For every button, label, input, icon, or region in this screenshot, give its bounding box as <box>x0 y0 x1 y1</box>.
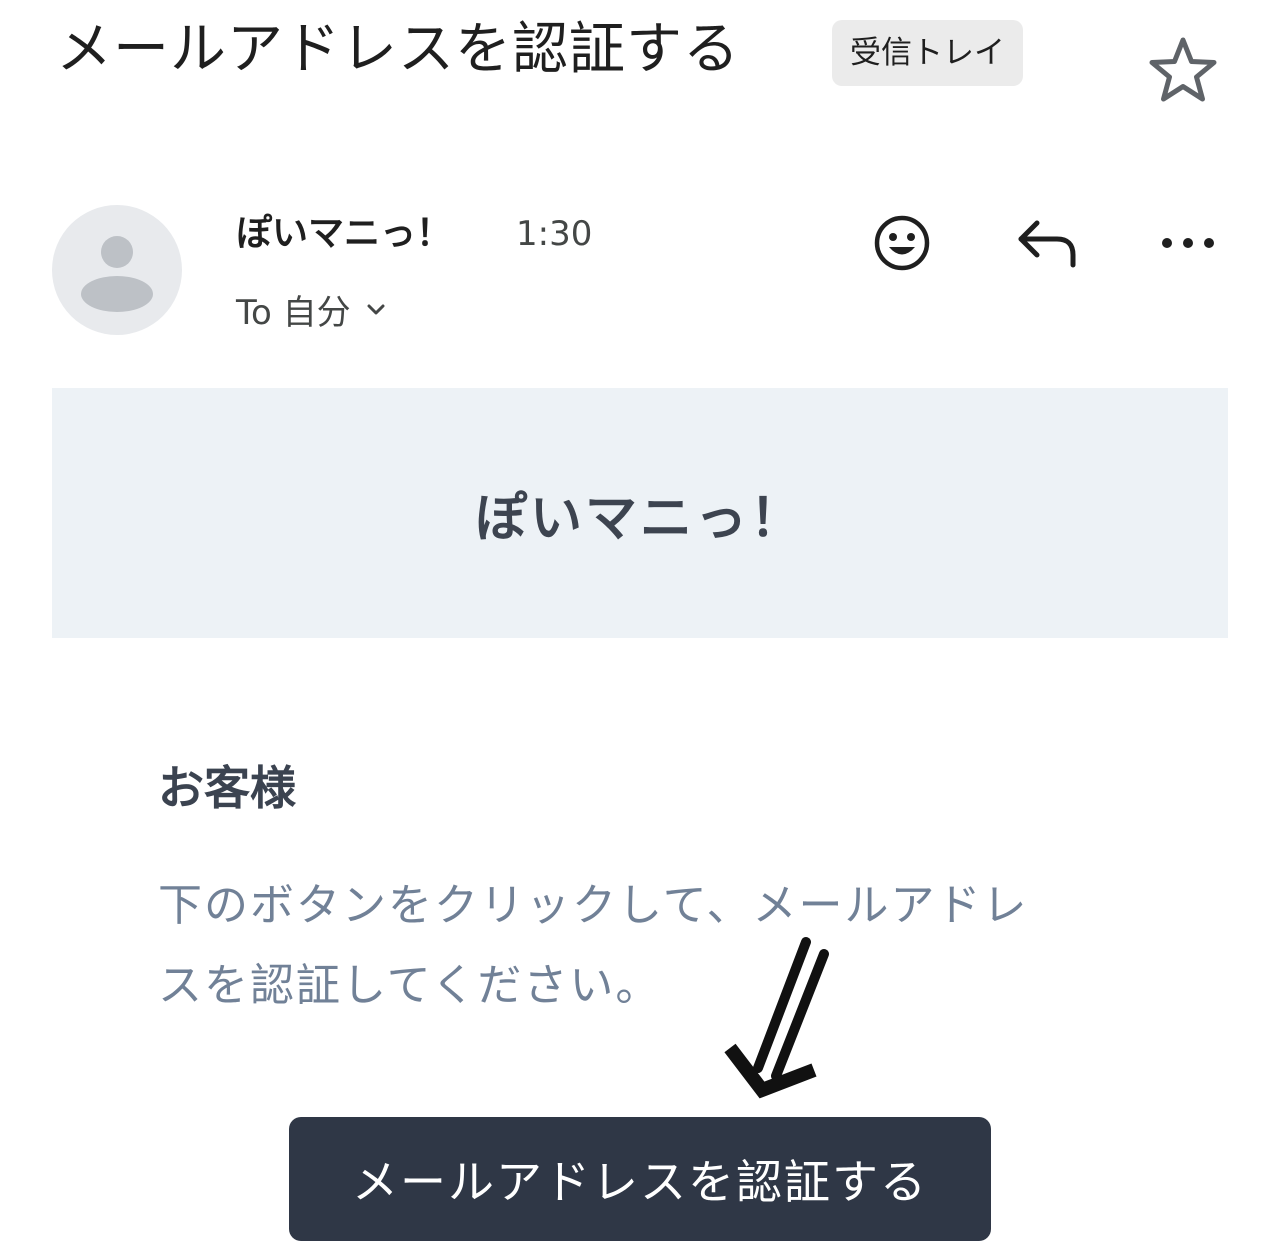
reply-button[interactable] <box>1006 203 1086 283</box>
recipient-label: To 自分 <box>236 292 351 333</box>
reply-icon <box>1018 220 1076 268</box>
more-options-button[interactable] <box>1148 203 1228 283</box>
verify-email-button[interactable]: メールアドレスを認証する <box>289 1117 991 1241</box>
star-icon <box>1149 37 1217 102</box>
sent-time: 1:30 <box>516 214 593 254</box>
inbox-label-chip[interactable]: 受信トレイ <box>832 20 1023 86</box>
recipient-toggle[interactable]: To 自分 <box>236 284 389 334</box>
sender-name[interactable]: ぽいマニっ！ <box>236 208 452 260</box>
message-line-1: 下のボタンをクリックして、メールアドレ <box>158 880 1029 931</box>
person-icon <box>81 236 153 312</box>
down-arrow-icon <box>720 930 840 1100</box>
star-button[interactable] <box>1146 34 1220 108</box>
greeting-text: お客様 <box>158 761 296 815</box>
chevron-down-icon <box>367 304 385 315</box>
more-options-icon <box>1162 238 1214 248</box>
message-line-2: スを認証してください。 <box>158 960 662 1011</box>
banner-title: ぽいマニっ！ <box>474 488 805 549</box>
add-reaction-button[interactable] <box>862 203 942 283</box>
email-subject: メールアドレスを認証する <box>56 17 740 82</box>
sender-avatar[interactable] <box>52 205 182 335</box>
email-banner: ぽいマニっ！ <box>52 388 1228 638</box>
message-text: 下のボタンをクリックして、メールアドレ スを認証してください。 <box>158 866 1108 1026</box>
emoji-reaction-icon <box>874 215 930 271</box>
